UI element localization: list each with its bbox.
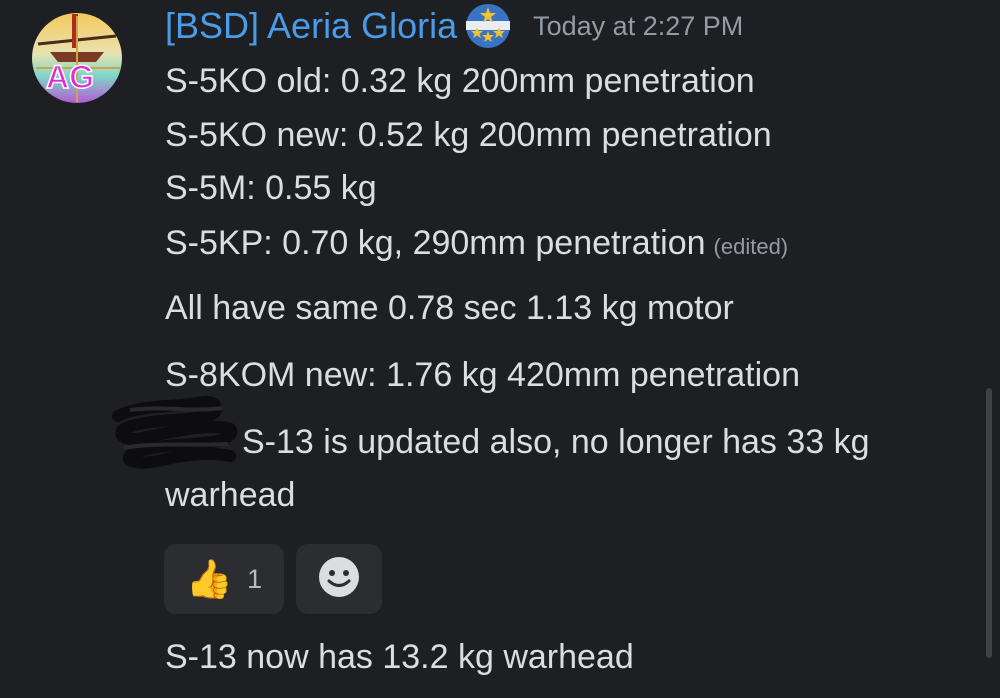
message-line: S-5M: 0.55 kg (165, 169, 377, 207)
reaction-count: 1 (247, 563, 263, 594)
reply-preview-text: S-13 is updated also, no longer has 33 k… (242, 423, 870, 461)
redacted-scribble (112, 394, 238, 474)
reaction-thumbs-up[interactable]: 👍 1 (164, 544, 284, 614)
message-line: S-5KP: 0.70 kg, 290mm penetration (165, 224, 706, 262)
smiley-icon (317, 555, 361, 603)
avatar[interactable]: AG (30, 6, 124, 110)
scrollbar[interactable] (986, 388, 992, 658)
thumbs-up-icon: 👍 (185, 557, 234, 601)
message-header: [BSD] Aeria Gloria Today at 2:27 PM (165, 2, 743, 50)
avatar-letters: AG (46, 59, 94, 95)
message-line: S-5KO old: 0.32 kg 200mm penetration (165, 62, 755, 100)
avatar-image: AG (32, 13, 122, 103)
message-line: S-5KO new: 0.52 kg 200mm penetration (165, 116, 772, 154)
message-line: S-8KOM new: 1.76 kg 420mm penetration (165, 356, 800, 394)
edited-tag: (edited) (713, 234, 789, 259)
add-reaction-button[interactable] (296, 544, 382, 614)
stars-badge-icon[interactable] (465, 3, 511, 49)
message-line-edited: S-5KP: 0.70 kg, 290mm penetration (edited… (165, 226, 788, 260)
message-line: S-13 now has 13.2 kg warhead (165, 638, 634, 676)
author-name[interactable]: [BSD] Aeria Gloria (165, 5, 457, 47)
reply-preview-text-cont: warhead (165, 476, 296, 514)
message-line: All have same 0.78 sec 1.13 kg motor (165, 289, 734, 327)
message-timestamp[interactable]: Today at 2:27 PM (533, 11, 743, 42)
